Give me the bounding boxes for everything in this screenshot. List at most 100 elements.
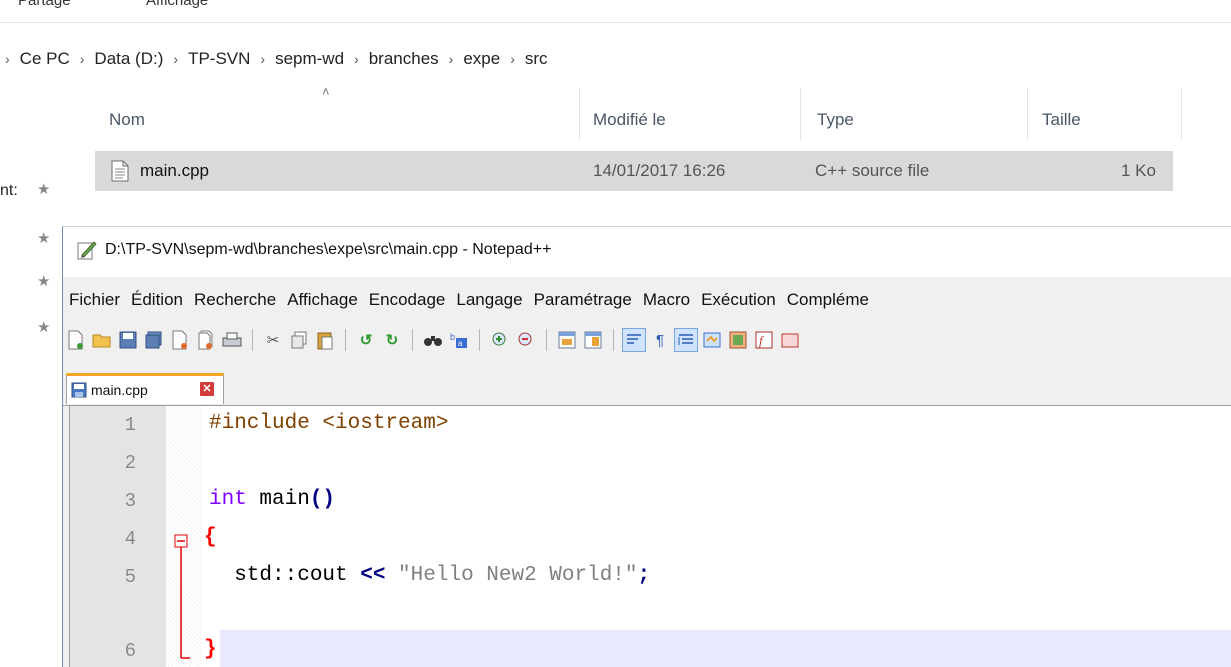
column-divider[interactable] (1027, 88, 1028, 140)
breadcrumb-chevron-icon[interactable]: › (260, 51, 265, 67)
brace-token: { (204, 526, 217, 549)
column-header-type[interactable]: Type (817, 98, 854, 142)
breadcrumb-item[interactable]: src (525, 49, 548, 69)
pin-icon[interactable]: ★ (37, 180, 50, 198)
line-number: 2 (124, 452, 136, 474)
column-divider[interactable] (1181, 88, 1182, 140)
breadcrumb-item[interactable]: Ce PC (20, 49, 70, 69)
menu-complements[interactable]: Compléme (787, 290, 869, 310)
cut-icon[interactable]: ✂ (262, 329, 284, 351)
menu-bar: Fichier Édition Recherche Affichage Enco… (63, 285, 1231, 315)
file-row[interactable]: main.cpp 14/01/2017 16:26 C++ source fil… (95, 151, 1173, 191)
file-modified: 14/01/2017 16:26 (593, 161, 726, 180)
copy-icon[interactable] (288, 329, 310, 351)
close-tab-icon[interactable]: ✕ (200, 382, 214, 396)
tab-main-cpp[interactable]: main.cpp ✕ (66, 373, 224, 404)
function-list-icon[interactable]: f (753, 329, 775, 351)
menu-encodage[interactable]: Encodage (369, 290, 446, 310)
sync-vertical-icon[interactable] (556, 329, 578, 351)
replace-icon[interactable]: ba (448, 329, 470, 351)
menu-langage[interactable]: Langage (456, 290, 522, 310)
column-header-size[interactable]: Taille (1042, 98, 1081, 142)
line-number: 3 (124, 490, 136, 512)
breadcrumb-chevron-icon[interactable]: › (80, 51, 85, 67)
code-line-4: { (204, 526, 217, 549)
line-number: 1 (124, 414, 136, 436)
title-bar[interactable]: D:\TP-SVN\sepm-wd\branches\expe\src\main… (63, 227, 1231, 277)
menu-parametrage[interactable]: Paramétrage (534, 290, 632, 310)
breadcrumb-chevron-icon[interactable]: › (354, 51, 359, 67)
column-divider[interactable] (800, 88, 801, 140)
breadcrumb-chevron-icon[interactable]: › (510, 51, 515, 67)
breadcrumb-chevron-icon[interactable]: › (173, 51, 178, 67)
fold-collapse-icon[interactable] (174, 532, 198, 667)
define-language-icon[interactable] (701, 329, 723, 351)
undo-icon[interactable]: ↺ (355, 329, 377, 351)
sort-ascending-icon: ˄ (322, 84, 330, 99)
svg-text:a: a (458, 339, 463, 348)
breadcrumb-item[interactable]: sepm-wd (275, 49, 344, 69)
sync-horizontal-icon[interactable] (582, 329, 604, 351)
file-name[interactable]: main.cpp (140, 151, 209, 191)
pin-icon[interactable]: ★ (37, 272, 50, 290)
line-number: 6 (124, 640, 136, 662)
tab-bar: main.cpp ✕ (63, 367, 1231, 406)
brace-token: } (204, 638, 217, 661)
column-divider[interactable] (579, 88, 580, 140)
keyword-token: int (209, 488, 247, 511)
folder-workspace-icon[interactable] (779, 329, 801, 351)
breadcrumb-chevron-icon[interactable]: › (449, 51, 454, 67)
file-size: 1 Ko (1121, 161, 1156, 180)
breadcrumb-item[interactable]: Data (D:) (94, 49, 163, 69)
print-icon[interactable] (221, 329, 243, 351)
close-file-icon[interactable] (169, 329, 191, 351)
save-icon[interactable] (117, 329, 139, 351)
menu-recherche[interactable]: Recherche (194, 290, 276, 310)
code-line-1: #include <iostream> (209, 412, 448, 435)
zoom-in-icon[interactable] (489, 329, 511, 351)
string-token: "Hello New2 World!" (385, 564, 638, 587)
menu-macro[interactable]: Macro (643, 290, 690, 310)
word-wrap-icon[interactable] (622, 328, 646, 352)
file-type: C++ source file (815, 161, 930, 180)
doc-map-icon[interactable] (727, 329, 749, 351)
column-header-name[interactable]: Nom (109, 98, 145, 142)
toolbar-separator (252, 329, 253, 351)
menu-fichier[interactable]: Fichier (69, 290, 120, 310)
breadcrumb-expand-icon[interactable]: › (5, 51, 10, 67)
show-all-chars-icon[interactable]: ¶ (649, 329, 671, 351)
nav-item-partial[interactable]: nt: (0, 182, 18, 200)
operator-token: () (309, 488, 336, 511)
ribbon-tab-affichage[interactable]: Affichage (146, 0, 208, 9)
code-editor[interactable]: 1 2 3 4 5 6 #include <iostream> int main… (69, 405, 1231, 667)
tab-label: main.cpp (91, 382, 148, 398)
open-file-icon[interactable] (91, 329, 113, 351)
redo-icon[interactable]: ↻ (381, 329, 403, 351)
new-file-icon[interactable] (65, 329, 87, 351)
pin-icon[interactable]: ★ (37, 229, 50, 247)
menu-affichage[interactable]: Affichage (287, 290, 358, 310)
breadcrumb-item[interactable]: expe (463, 49, 500, 69)
toolbar-separator (412, 329, 413, 351)
menu-execution[interactable]: Exécution (701, 290, 776, 310)
line-number: 4 (124, 528, 136, 550)
breadcrumb-item[interactable]: branches (369, 49, 439, 69)
pin-icon[interactable]: ★ (37, 318, 50, 336)
indent-guide-icon[interactable] (674, 328, 698, 352)
zoom-out-icon[interactable] (515, 329, 537, 351)
saved-file-icon (71, 382, 87, 398)
column-header-modified[interactable]: Modifié le (593, 98, 666, 142)
close-all-icon[interactable] (195, 329, 217, 351)
breadcrumb-item[interactable]: TP-SVN (188, 49, 250, 69)
save-all-icon[interactable] (143, 329, 165, 351)
notepadpp-app-icon[interactable] (77, 240, 97, 260)
menu-edition[interactable]: Édition (131, 290, 183, 310)
operator-token: << (360, 564, 386, 587)
svg-text:b: b (450, 332, 455, 342)
paste-icon[interactable] (314, 329, 336, 351)
window-title: D:\TP-SVN\sepm-wd\branches\expe\src\main… (105, 241, 552, 258)
ribbon-tab-partage[interactable]: Partage (18, 0, 71, 9)
find-icon[interactable] (422, 329, 444, 351)
preprocessor-token: #include <iostream> (209, 412, 449, 435)
toolbar-separator (546, 329, 547, 351)
